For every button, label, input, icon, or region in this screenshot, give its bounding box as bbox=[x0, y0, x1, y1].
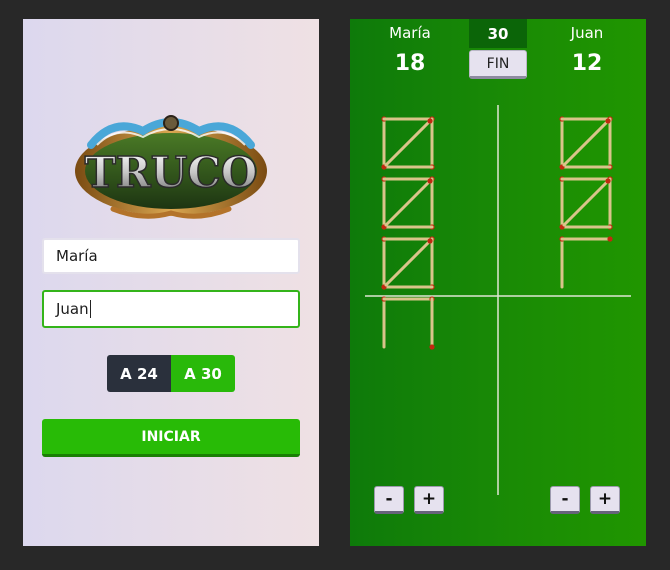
option-a30-button[interactable]: A 30 bbox=[171, 355, 235, 392]
match-stick bbox=[384, 119, 432, 167]
points-selector: A 24 A 30 bbox=[107, 355, 235, 392]
player1-name-value: María bbox=[56, 247, 98, 265]
truco-logo: TRUCO bbox=[75, 115, 267, 219]
match-tip bbox=[605, 178, 611, 184]
start-button[interactable]: INICIAR bbox=[42, 419, 300, 457]
match-tip bbox=[429, 344, 435, 350]
player1-matches bbox=[381, 116, 435, 350]
setup-panel: TRUCO María Juan A 24 A 30 INICIAR bbox=[23, 19, 319, 546]
match-tip bbox=[427, 118, 433, 124]
player2-plus-button[interactable]: + bbox=[590, 486, 620, 514]
match-tip bbox=[607, 236, 613, 242]
match-tip bbox=[605, 118, 611, 124]
match-stick bbox=[384, 179, 432, 227]
match-stick bbox=[562, 179, 610, 227]
player2-matches bbox=[559, 116, 613, 289]
player2-name-input[interactable]: Juan bbox=[42, 290, 300, 328]
option-a24-button[interactable]: A 24 bbox=[107, 355, 171, 392]
match-board bbox=[365, 105, 631, 495]
match-tip bbox=[427, 178, 433, 184]
player1-minus-button[interactable]: - bbox=[374, 486, 404, 514]
player1-plus-button[interactable]: + bbox=[414, 486, 444, 514]
text-cursor bbox=[89, 300, 91, 318]
player1-name-input[interactable]: María bbox=[42, 238, 300, 274]
player2-minus-button[interactable]: - bbox=[550, 486, 580, 514]
logo-text: TRUCO bbox=[85, 148, 258, 197]
match-tip bbox=[427, 238, 433, 244]
match-stick bbox=[562, 119, 610, 167]
match-stick bbox=[384, 239, 432, 287]
player2-name-value: Juan bbox=[56, 300, 89, 318]
scoreboard-panel: María 18 30 FIN Juan 12 - + - + bbox=[350, 19, 646, 546]
